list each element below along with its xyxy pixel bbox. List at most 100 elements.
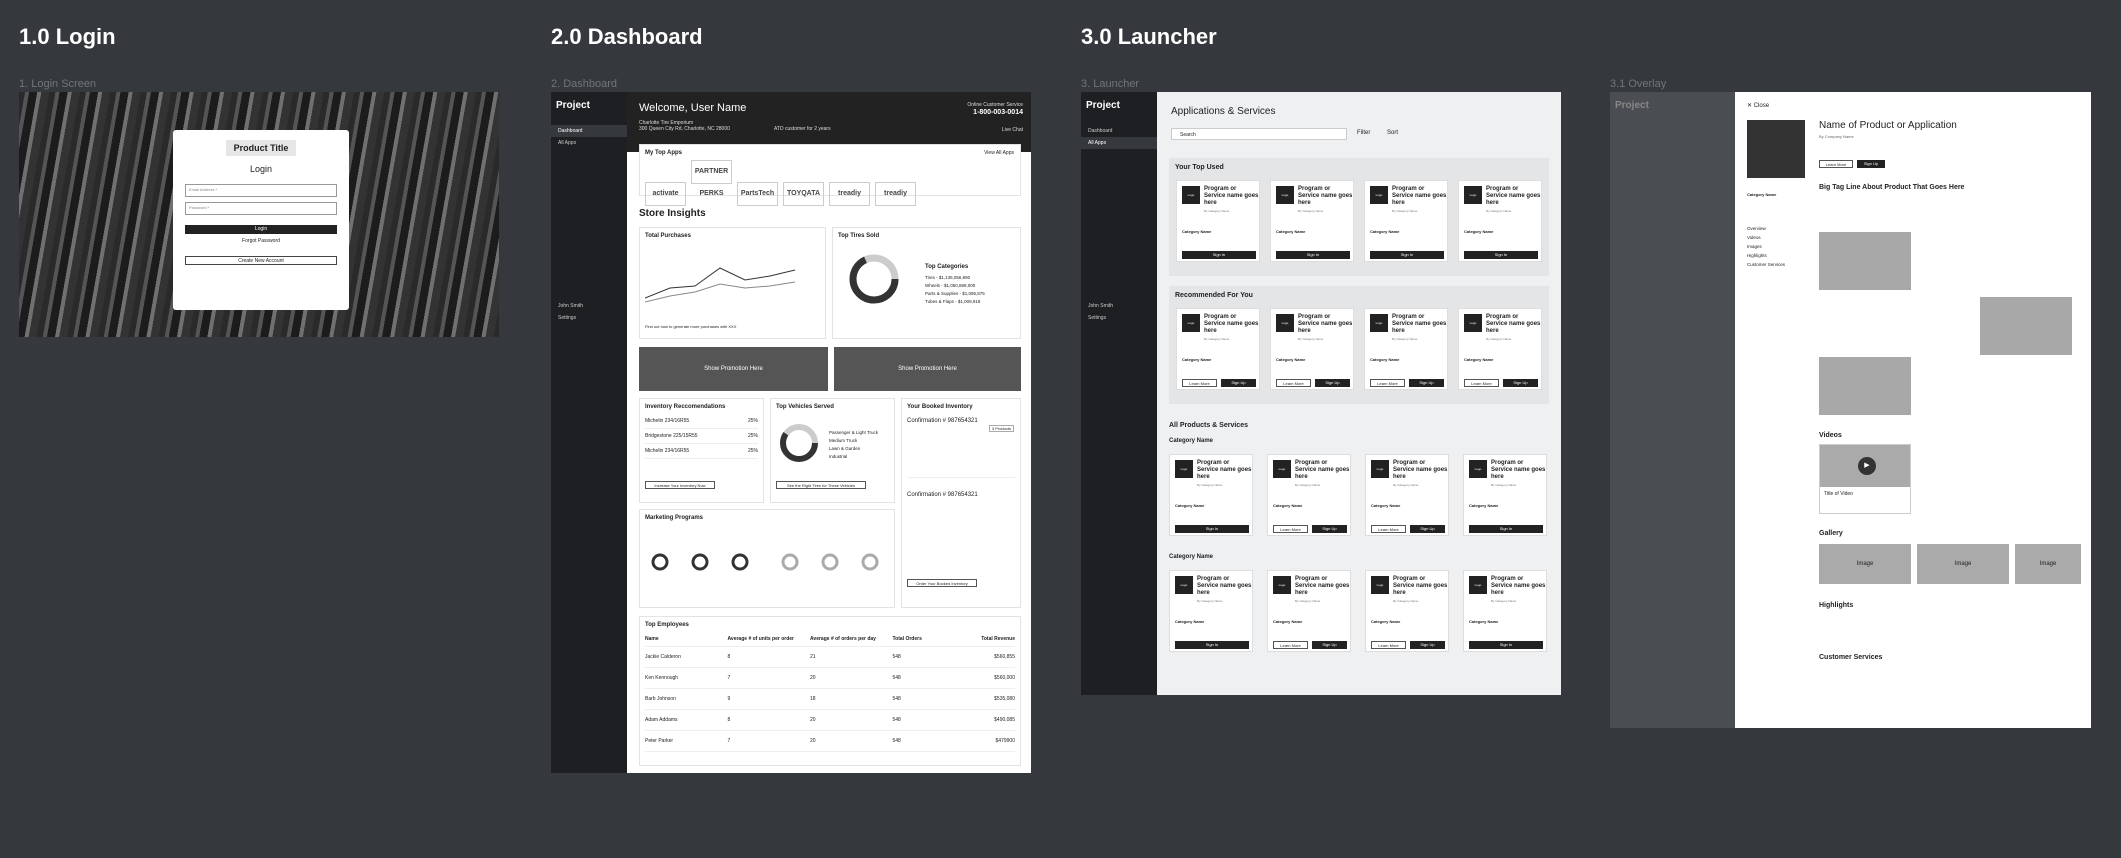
sign-up-button[interactable]: Sign Up [1410, 641, 1445, 649]
sign-up-button[interactable]: Sign Up [1409, 379, 1444, 387]
sign-in-button[interactable]: Sign In [1175, 525, 1249, 533]
sign-in-button[interactable]: Sign In [1464, 251, 1538, 259]
tires-donut-chart [849, 254, 899, 304]
app-card[interactable]: Logo Program or Service name goes here By … [1270, 308, 1354, 390]
learn-more-button[interactable]: Learn More [1182, 379, 1217, 387]
close-label: Close [1753, 103, 1770, 109]
nav-all-apps[interactable]: All Apps [1081, 137, 1157, 149]
search-input[interactable]: Search [1171, 128, 1347, 140]
app-card[interactable]: Logo Program or Service name goes here By … [1364, 180, 1448, 262]
sign-up-button[interactable]: Sign Up [1503, 379, 1538, 387]
sign-up-button[interactable]: Sign Up [1857, 160, 1885, 168]
category-item: Parts & Supplies - $1,095,875 [925, 291, 985, 296]
overlay-nav-item[interactable]: Images [1747, 242, 1785, 251]
sign-up-button[interactable]: Sign Up [1312, 525, 1347, 533]
cell: $560,000 [994, 675, 1015, 681]
app-card[interactable]: Logo Program or Service name goes here By … [1365, 454, 1449, 536]
overlay-nav-item[interactable]: Videos [1747, 233, 1785, 242]
booked-inventory-panel: Your Booked Inventory Confirmation # 987… [901, 398, 1021, 608]
learn-more-button[interactable]: Learn More [1273, 641, 1308, 649]
overlay-panel: ✕ Close Name of Product or Application B… [1735, 92, 2091, 728]
order-booked-button[interactable]: Order Your Booked Inventory [907, 579, 977, 587]
app-logo[interactable]: PartsTech [737, 182, 778, 206]
overlay-nav-item[interactable]: Customer Services [1747, 260, 1785, 269]
section-title-dashboard: 2.0 Dashboard [551, 24, 703, 49]
nav-dashboard[interactable]: Dashboard [1081, 125, 1157, 137]
nav-settings[interactable]: Settings [1081, 312, 1157, 324]
nav-dashboard[interactable]: Dashboard [551, 125, 627, 137]
app-card[interactable]: Logo Program or Service name goes here By … [1463, 454, 1547, 536]
app-card[interactable]: Logo Program or Service name goes here By … [1267, 570, 1351, 652]
create-account-button[interactable]: Create New Account [185, 256, 337, 265]
sign-in-button[interactable]: Sign In [1276, 251, 1350, 259]
sign-in-button[interactable]: Sign In [1469, 641, 1543, 649]
app-card[interactable]: Logo Program or Service name goes here By … [1270, 180, 1354, 262]
gallery-image[interactable]: Image [1819, 544, 1911, 584]
inventory-name[interactable]: Bridgestone 225/15R55 [645, 433, 698, 439]
app-card[interactable]: Logo Program or Service name goes here By … [1365, 570, 1449, 652]
app-logo[interactable]: PARTNER PERKS [691, 160, 732, 197]
booked-title: Your Booked Inventory [907, 404, 973, 410]
app-logo[interactable]: TOYQATA [783, 182, 824, 206]
login-button[interactable]: Login [185, 225, 337, 234]
app-logo[interactable]: treadiy [875, 182, 916, 206]
learn-more-button[interactable]: Learn More [1371, 525, 1406, 533]
learn-more-button[interactable]: Learn More [1464, 379, 1499, 387]
video-card[interactable]: ▶ Title of Video [1819, 444, 1911, 514]
top-tires-title: Top Tires Sold [838, 233, 880, 239]
email-field[interactable]: Email Address * [185, 184, 337, 197]
app-logo[interactable]: treadiy [829, 182, 870, 206]
app-card[interactable]: Logo Program or Service name goes here By … [1176, 180, 1260, 262]
app-card[interactable]: Logo Program or Service name goes here By … [1364, 308, 1448, 390]
nav-user[interactable]: John Smith [1081, 300, 1157, 312]
gallery-heading: Gallery [1819, 530, 1843, 537]
learn-more-button[interactable]: Learn More [1273, 525, 1308, 533]
app-card[interactable]: Logo Program or Service name goes here By … [1458, 180, 1542, 262]
product-title: Product Title [225, 140, 297, 156]
nav-settings[interactable]: Settings [551, 312, 627, 324]
live-chat-link[interactable]: Live Chat [1002, 127, 1023, 133]
learn-more-button[interactable]: Learn More [1819, 160, 1853, 168]
inventory-pct: 25% [747, 433, 758, 439]
app-card[interactable]: Logo Program or Service name goes here By … [1267, 454, 1351, 536]
gallery-image[interactable]: Image [2015, 544, 2081, 584]
view-all-apps-link[interactable]: View All Apps [984, 150, 1014, 156]
marketing-title: Marketing Programs [645, 515, 704, 521]
app-thumb: Logo [1276, 186, 1294, 204]
inventory-name[interactable]: Michelin 234/16R55 [645, 418, 689, 424]
sort-button[interactable]: Sort [1387, 130, 1398, 136]
sign-in-button[interactable]: Sign In [1469, 525, 1543, 533]
app-logo[interactable]: activate [645, 182, 686, 206]
sign-in-button[interactable]: Sign In [1175, 641, 1249, 649]
sign-up-button[interactable]: Sign Up [1312, 641, 1347, 649]
sign-in-button[interactable]: Sign In [1370, 251, 1444, 259]
sign-up-button[interactable]: Sign Up [1221, 379, 1256, 387]
promotion-banner[interactable]: Show Promotion Here [639, 347, 828, 391]
inventory-name[interactable]: Michelin 234/16R55 [645, 448, 689, 454]
sign-up-button[interactable]: Sign Up [1410, 525, 1445, 533]
increase-inventory-button[interactable]: Increase Your Inventory Now [645, 481, 715, 489]
app-card[interactable]: Logo Program or Service name goes here By … [1169, 454, 1253, 536]
nav-all-apps[interactable]: All Apps [551, 137, 627, 149]
inventory-row: Michelin 234/16R55 25% [645, 444, 758, 459]
nav-user[interactable]: John Smith [551, 300, 627, 312]
close-button[interactable]: ✕ Close [1747, 102, 1769, 109]
app-card[interactable]: Logo Program or Service name goes here By … [1463, 570, 1547, 652]
see-tires-button[interactable]: See the Right Tires for These Vehicles [776, 481, 866, 489]
learn-more-button[interactable]: Learn More [1276, 379, 1311, 387]
password-field[interactable]: Password * [185, 202, 337, 215]
overlay-nav-item[interactable]: Overview [1747, 224, 1785, 233]
forgot-password-link[interactable]: Forgot Password [185, 238, 337, 244]
learn-more-button[interactable]: Learn More [1371, 641, 1406, 649]
play-icon[interactable]: ▶ [1858, 457, 1876, 475]
overlay-nav-item[interactable]: Highlights [1747, 251, 1785, 260]
app-card[interactable]: Logo Program or Service name goes here By … [1169, 570, 1253, 652]
learn-more-button[interactable]: Learn More [1370, 379, 1405, 387]
app-card[interactable]: Logo Program or Service name goes here By … [1458, 308, 1542, 390]
gallery-image[interactable]: Image [1917, 544, 2009, 584]
filter-button[interactable]: Filter [1357, 130, 1370, 136]
app-card[interactable]: Logo Program or Service name goes here By … [1176, 308, 1260, 390]
sign-up-button[interactable]: Sign Up [1315, 379, 1350, 387]
sign-in-button[interactable]: Sign In [1182, 251, 1256, 259]
promotion-banner[interactable]: Show Promotion Here [834, 347, 1021, 391]
